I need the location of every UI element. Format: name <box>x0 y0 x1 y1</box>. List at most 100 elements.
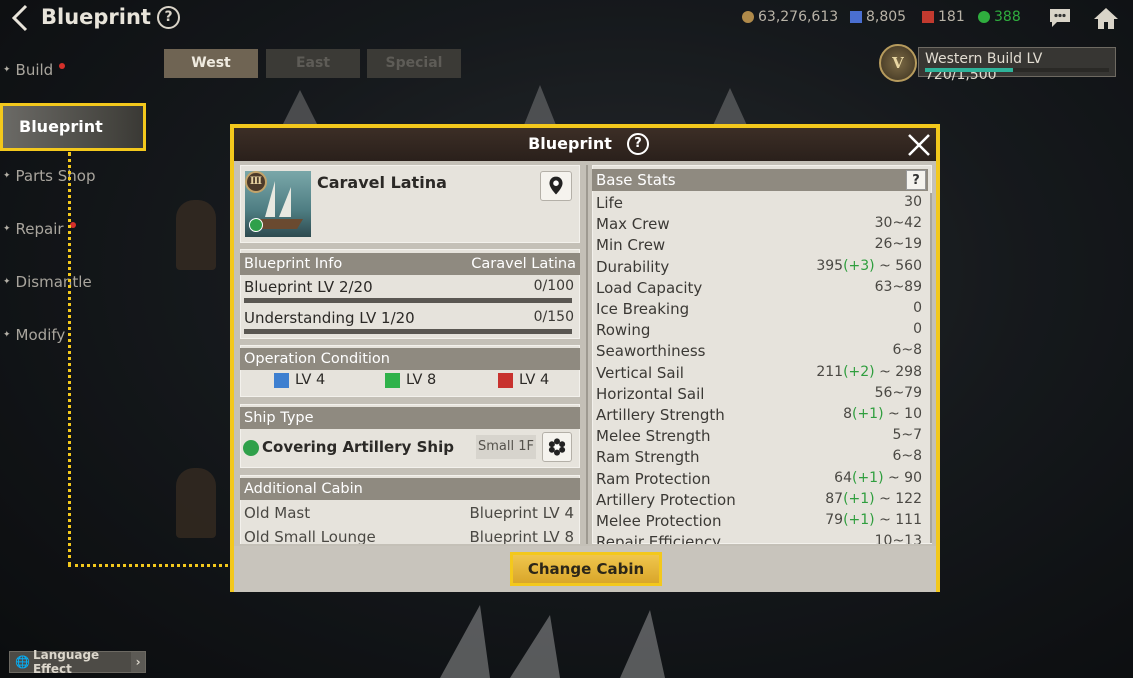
sidebar-item-build[interactable]: ✦ Build <box>3 61 66 79</box>
language-effect-label: Language Effect <box>32 648 100 676</box>
stat-value: 64(+1) ~ 90 <box>834 470 922 486</box>
ship-card: Ⅲ Caravel Latina <box>240 165 580 243</box>
star-bullet-icon: ✦ <box>3 65 11 75</box>
notification-dot <box>59 63 66 69</box>
covering-artillery-icon <box>243 440 259 456</box>
sidebar-item-label: Build <box>15 61 54 79</box>
language-effect-button[interactable]: 🌐 Language Effect › <box>9 648 146 676</box>
stat-value: 79(+1) ~ 111 <box>825 512 922 528</box>
home-icon[interactable] <box>1093 6 1119 30</box>
stat-row: Ice Breaking 0 <box>596 300 924 321</box>
resource-blue-flag-value: 8,805 <box>866 9 907 25</box>
sidebar-item-repair[interactable]: ✦ Repair <box>3 220 76 238</box>
gear-icon <box>978 11 990 23</box>
stat-row: Melee Strength 5~7 <box>596 427 924 448</box>
cabin-requirement: Blueprint LV 4 <box>469 504 575 522</box>
sidebar-item-dismantle[interactable]: ✦ Dismantle <box>3 273 92 291</box>
condition-value: LV 8 <box>406 372 437 388</box>
base-stats-heading: Base Stats ? <box>592 169 928 191</box>
stat-name: Melee Strength <box>596 427 711 446</box>
stat-max: ~ 90 <box>883 469 922 486</box>
trade-icon <box>385 372 400 388</box>
globe-icon: 🌐 <box>15 655 30 669</box>
stat-row: Ram Protection 64(+1) ~ 90 <box>596 470 924 491</box>
tab-east[interactable]: East <box>266 49 360 78</box>
stat-row: Artillery Protection 87(+1) ~ 122 <box>596 491 924 512</box>
stat-max: ~ 122 <box>874 490 922 507</box>
star-bullet-icon: ✦ <box>3 330 11 340</box>
western-build-progress[interactable]: Western Build LV 720/1,500 <box>918 47 1116 83</box>
stat-value: 30 <box>904 194 922 210</box>
condition-trade: LV 8 <box>385 372 436 388</box>
ship-size: Small 1F <box>476 435 536 459</box>
stat-row: Life 30 <box>596 194 924 215</box>
stat-name: Repair Efficiency <box>596 533 722 544</box>
background-lantern-1 <box>176 200 216 270</box>
sidebar-item-blueprint[interactable]: Blueprint <box>0 103 146 151</box>
resource-red-flag-value: 181 <box>938 9 965 25</box>
stat-bonus: (+1) <box>843 490 875 507</box>
stat-value: 56~79 <box>875 385 922 401</box>
star-bullet-icon: ✦ <box>3 171 11 181</box>
understanding-exp: 0/150 <box>533 309 574 325</box>
stat-base: 87 <box>825 490 844 507</box>
resource-green-gear-value: 388 <box>994 9 1021 25</box>
stat-bonus: (+1) <box>851 469 884 486</box>
sidebar-item-modify[interactable]: ✦ Modify <box>3 326 65 344</box>
stat-value: 6~8 <box>892 342 922 358</box>
stat-value: 30~42 <box>875 215 922 231</box>
sidebar-item-parts-shop[interactable]: ✦ Parts Shop <box>3 167 95 185</box>
battle-icon <box>498 372 513 388</box>
stat-row: Rowing 0 <box>596 321 924 342</box>
chat-icon[interactable] <box>1047 6 1073 30</box>
stat-base: 63~89 <box>874 278 922 295</box>
stat-name: Rowing <box>596 321 651 340</box>
dialog-footer: Change Cabin <box>234 546 936 592</box>
stats-help-icon[interactable]: ? <box>906 170 926 190</box>
stat-name: Min Crew <box>596 236 666 255</box>
stat-row: Melee Protection 79(+1) ~ 111 <box>596 512 924 533</box>
tab-west[interactable]: West <box>164 49 258 78</box>
stat-bonus: (+3) <box>843 257 875 274</box>
stat-name: Ram Strength <box>596 448 700 467</box>
adventure-icon <box>274 372 289 388</box>
stat-value: 10~13 <box>875 533 922 544</box>
stat-base: 6~8 <box>892 342 922 359</box>
stat-value: 211(+2) ~ 298 <box>816 364 922 380</box>
stat-bonus: (+1) <box>843 512 875 528</box>
location-pin-icon[interactable] <box>540 171 572 201</box>
background-lantern-2 <box>176 468 216 538</box>
stat-base: 56~79 <box>874 384 922 401</box>
base-stats-panel[interactable]: Base Stats ? Life 30 Max Crew 30~42 Min Crew… <box>592 165 932 544</box>
stat-row: Horizontal Sail 56~79 <box>596 385 924 406</box>
stat-value: 0 <box>913 321 922 337</box>
tab-special[interactable]: Special <box>367 49 461 78</box>
top-bar: Blueprint ? 63,276,613 8,805 181 388 <box>0 0 1133 36</box>
dialog-title: Blueprint <box>234 134 936 153</box>
stat-name: Melee Protection <box>596 512 722 530</box>
stat-value: 5~7 <box>892 427 922 443</box>
resource-coin: 63,276,613 <box>742 9 838 25</box>
help-icon[interactable]: ? <box>157 6 180 29</box>
ship-grade-badge: Ⅲ <box>245 171 267 193</box>
stat-max: ~ 560 <box>874 257 922 274</box>
stat-base: 79 <box>825 512 844 528</box>
stat-row: Min Crew 26~19 <box>596 236 924 257</box>
back-arrow-icon[interactable] <box>10 4 32 32</box>
dialog-help-icon[interactable]: ? <box>627 133 649 155</box>
change-cabin-button[interactable]: Change Cabin <box>510 552 662 586</box>
blueprint-progress-bar <box>244 298 572 303</box>
western-build-label: Western Build LV 720/1,500 <box>925 51 1043 83</box>
understanding-progress-bar <box>244 329 572 334</box>
ship-name: Caravel Latina <box>317 173 447 192</box>
stat-value: 87(+1) ~ 122 <box>825 491 922 507</box>
star-bullet-icon: ✦ <box>3 224 11 234</box>
heading-text: Blueprint Info <box>244 256 343 272</box>
flower-info-icon[interactable] <box>542 432 572 462</box>
operation-condition-heading: Operation Condition <box>240 348 580 370</box>
stats-scrollbar[interactable] <box>930 193 932 543</box>
close-icon[interactable] <box>906 132 932 158</box>
stat-base: 211 <box>816 363 844 380</box>
resource-red-flag: 181 <box>922 9 965 25</box>
blue-flag-icon <box>850 11 862 23</box>
